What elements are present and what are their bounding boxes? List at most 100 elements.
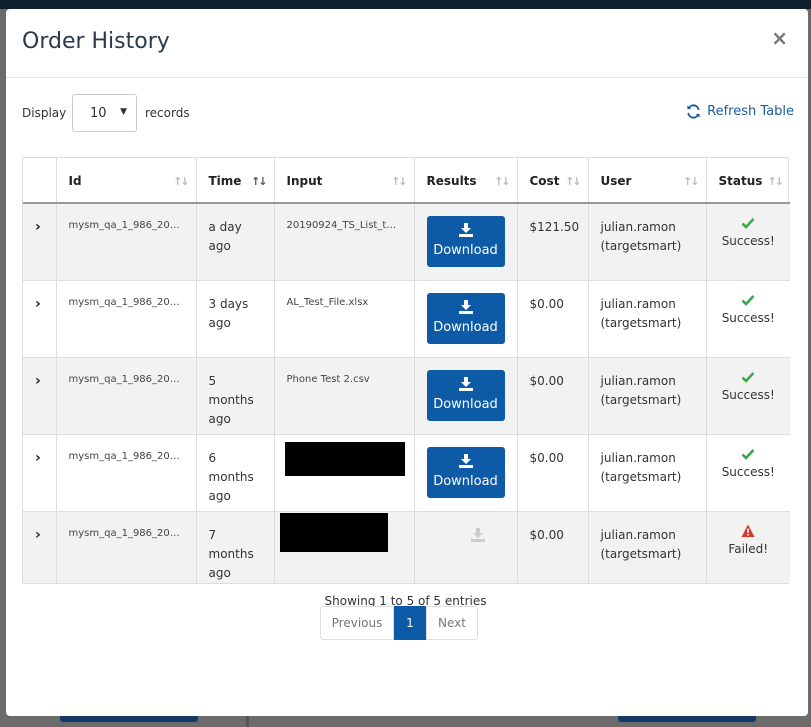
sort-desc-icon: ↑↓ bbox=[251, 175, 268, 188]
order-time: 6 months ago bbox=[196, 434, 275, 511]
download-icon bbox=[458, 453, 473, 468]
order-cost: $0.00 bbox=[517, 434, 589, 511]
refresh-icon bbox=[687, 104, 700, 119]
expand-row-button[interactable]: › bbox=[23, 280, 57, 357]
order-input: AL_Test_File.xlsx bbox=[274, 280, 415, 357]
expand-row-button[interactable]: › bbox=[23, 511, 57, 583]
table-header-row: Id ↑↓ Time ↑↓ Input ↑↓ Results ↑↓ Cost ↑↓ Use… bbox=[23, 158, 790, 204]
download-icon bbox=[458, 299, 473, 314]
order-cost: $0.00 bbox=[517, 357, 589, 434]
background-top-bar bbox=[0, 0, 811, 9]
column-header-status[interactable]: Status ↑↓ bbox=[706, 158, 790, 204]
order-cost: $0.00 bbox=[517, 280, 589, 357]
column-label: Input bbox=[286, 174, 323, 188]
table-row: › mysm_qa_1_986_2019... 6 months ago Dow… bbox=[23, 434, 790, 511]
order-id: mysm_qa_1_986_2020... bbox=[56, 203, 197, 280]
order-time: 5 months ago bbox=[196, 357, 275, 434]
order-time: 3 days ago bbox=[196, 280, 275, 357]
chevron-right-icon: › bbox=[35, 295, 41, 312]
download-icon bbox=[458, 376, 473, 391]
download-button[interactable]: Download bbox=[426, 446, 505, 498]
order-cost: $0.00 bbox=[517, 511, 589, 583]
chevron-right-icon: › bbox=[35, 219, 41, 235]
refresh-table-button[interactable]: Refresh Table bbox=[686, 104, 794, 119]
redacted-block bbox=[284, 441, 405, 476]
records-label: records bbox=[145, 106, 190, 120]
sort-icon: ↑↓ bbox=[494, 175, 511, 188]
refresh-table-label: Refresh Table bbox=[707, 104, 794, 119]
order-user: julian.ramon (targetsmart) bbox=[588, 434, 707, 511]
chevron-right-icon: › bbox=[35, 526, 41, 543]
modal-title: Order History bbox=[22, 29, 170, 54]
sort-icon: ↑↓ bbox=[767, 175, 785, 188]
order-user: julian.ramon (targetsmart) bbox=[588, 511, 707, 583]
status-cell: Success! bbox=[706, 203, 790, 280]
column-label: User bbox=[600, 174, 632, 188]
status-cell: Success! bbox=[706, 357, 790, 434]
sort-icon: ↑↓ bbox=[391, 175, 408, 188]
order-time: a day ago bbox=[196, 203, 275, 280]
expand-row-button[interactable]: › bbox=[23, 203, 57, 280]
column-header-id[interactable]: Id ↑↓ bbox=[56, 158, 197, 204]
download-label: Download bbox=[433, 319, 498, 335]
pagination: Previous 1 Next bbox=[320, 606, 478, 640]
status-text: Success! bbox=[721, 387, 775, 402]
expand-row-button[interactable]: › bbox=[23, 434, 57, 511]
check-icon bbox=[741, 371, 755, 383]
page-size-select[interactable]: 10 ▼ bbox=[72, 94, 137, 132]
display-label: Display bbox=[22, 106, 67, 120]
column-label: Cost bbox=[529, 174, 560, 188]
status-cell: Failed! bbox=[706, 511, 790, 583]
chevron-right-icon: › bbox=[35, 372, 41, 389]
order-user: julian.ramon (targetsmart) bbox=[588, 280, 707, 357]
expand-column-header bbox=[23, 158, 57, 204]
results-cell: Download bbox=[414, 280, 518, 357]
download-button[interactable]: Download bbox=[426, 292, 505, 344]
status-text: Failed! bbox=[728, 541, 769, 556]
column-label: Id bbox=[68, 174, 82, 188]
order-id: mysm_qa_1_986_2019... bbox=[56, 511, 197, 583]
results-cell: Download bbox=[414, 357, 518, 434]
next-page-button[interactable]: Next bbox=[426, 606, 478, 640]
results-cell: Download bbox=[414, 434, 518, 511]
table-controls: Display 10 ▼ records Refresh Table bbox=[22, 94, 794, 132]
modal-header: Order History × bbox=[6, 9, 808, 78]
column-header-user[interactable]: User ↑↓ bbox=[588, 158, 707, 204]
download-icon bbox=[458, 223, 473, 237]
order-user: julian.ramon (targetsmart) bbox=[588, 357, 707, 434]
table-row: › mysm_qa_1_986_2019... 5 months ago Pho… bbox=[23, 357, 790, 434]
caret-down-icon: ▼ bbox=[120, 107, 127, 117]
download-icon bbox=[470, 527, 485, 542]
status-text: Success! bbox=[721, 234, 775, 248]
column-header-time[interactable]: Time ↑↓ bbox=[196, 158, 275, 204]
order-table: Id ↑↓ Time ↑↓ Input ↑↓ Results ↑↓ Cost ↑↓ Use… bbox=[22, 157, 790, 584]
download-label: Download bbox=[433, 473, 498, 489]
status-text: Success! bbox=[721, 310, 775, 325]
download-button[interactable]: Download bbox=[426, 369, 505, 421]
download-button[interactable]: Download bbox=[426, 216, 505, 267]
order-input bbox=[274, 434, 415, 511]
column-header-cost[interactable]: Cost ↑↓ bbox=[517, 158, 589, 204]
order-id: mysm_qa_1_986_2020... bbox=[56, 280, 197, 357]
download-disabled-button bbox=[470, 527, 505, 548]
page-1-button[interactable]: 1 bbox=[394, 606, 426, 640]
column-label: Results bbox=[426, 174, 477, 188]
page-size-value: 10 bbox=[90, 106, 107, 121]
column-header-results[interactable]: Results ↑↓ bbox=[414, 158, 518, 204]
check-icon bbox=[741, 218, 755, 229]
table-row: › mysm_qa_1_986_2019... 7 months ago $0.… bbox=[23, 511, 790, 583]
order-input: Phone Test 2.csv bbox=[274, 357, 415, 434]
column-header-input[interactable]: Input ↑↓ bbox=[274, 158, 415, 204]
sort-icon: ↑↓ bbox=[565, 175, 582, 188]
sort-icon: ↑↓ bbox=[173, 175, 190, 188]
results-cell: Download bbox=[414, 203, 518, 280]
expand-row-button[interactable]: › bbox=[23, 357, 57, 434]
chevron-right-icon: › bbox=[35, 449, 41, 466]
order-cost: $121.50 bbox=[517, 203, 589, 280]
results-cell bbox=[414, 511, 518, 583]
download-label: Download bbox=[433, 243, 498, 258]
redacted-block bbox=[279, 512, 388, 552]
column-label: Time bbox=[208, 174, 242, 188]
close-button[interactable]: × bbox=[771, 26, 788, 50]
previous-page-button[interactable]: Previous bbox=[320, 606, 394, 640]
